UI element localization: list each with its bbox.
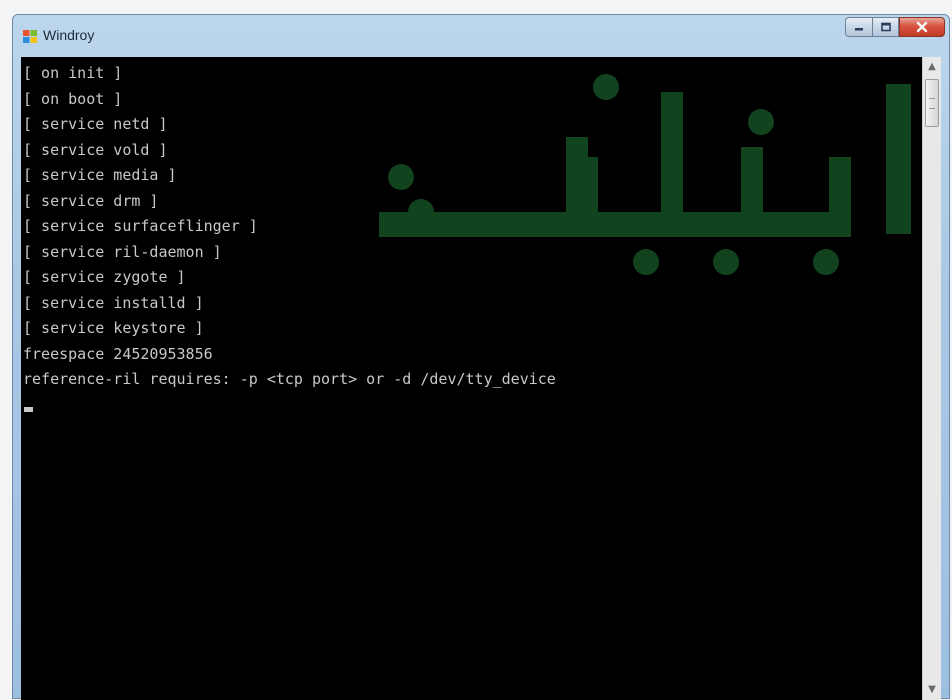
console-line: [ service drm ] bbox=[23, 191, 159, 210]
maximize-icon bbox=[880, 22, 891, 32]
close-icon bbox=[916, 21, 928, 33]
console-client-area: [ on init ] [ on boot ] [ service netd ] [ … bbox=[21, 57, 941, 700]
title-bar[interactable]: Windroy bbox=[13, 15, 949, 57]
scrollbar-thumb[interactable] bbox=[925, 79, 939, 127]
minimize-icon bbox=[855, 28, 863, 31]
console-line: freespace 24520953856 bbox=[23, 344, 213, 363]
console-line: reference-ril requires: -p <tcp port> or… bbox=[23, 370, 556, 388]
scroll-down-icon[interactable]: ▼ bbox=[924, 682, 940, 698]
console-line: [ on boot ] bbox=[23, 89, 123, 108]
scroll-up-icon[interactable]: ▲ bbox=[924, 59, 940, 75]
scrollbar-grip bbox=[929, 98, 935, 109]
console-output[interactable]: [ on init ] [ on boot ] [ service netd ] [ … bbox=[21, 57, 922, 700]
text-cursor bbox=[24, 407, 33, 412]
window-controls bbox=[845, 17, 945, 39]
vertical-scrollbar[interactable]: ▲ ▼ bbox=[922, 57, 941, 700]
maximize-button[interactable] bbox=[872, 17, 899, 37]
console-line: [ service ril-daemon ] bbox=[23, 242, 222, 261]
console-line: [ on init ] bbox=[23, 64, 123, 82]
console-line: [ service vold ] bbox=[23, 140, 168, 159]
window-title: Windroy bbox=[43, 27, 95, 43]
windroy-app-icon bbox=[23, 30, 37, 43]
console-line: [ service netd ] bbox=[23, 115, 168, 133]
console-line: [ service keystore ] bbox=[23, 319, 204, 337]
console-line: [ service media ] bbox=[23, 166, 177, 184]
minimize-button[interactable] bbox=[845, 17, 872, 37]
console-line: [ service installd ] bbox=[23, 293, 204, 312]
console-window: Windroy [ on init ][ on boot ][service … bbox=[12, 14, 950, 700]
console-line: [ service surfaceflinger ] bbox=[23, 217, 258, 235]
close-button[interactable] bbox=[899, 17, 945, 37]
watermark-logo bbox=[379, 74, 911, 275]
console-line: [ service zygote ] bbox=[23, 268, 186, 286]
